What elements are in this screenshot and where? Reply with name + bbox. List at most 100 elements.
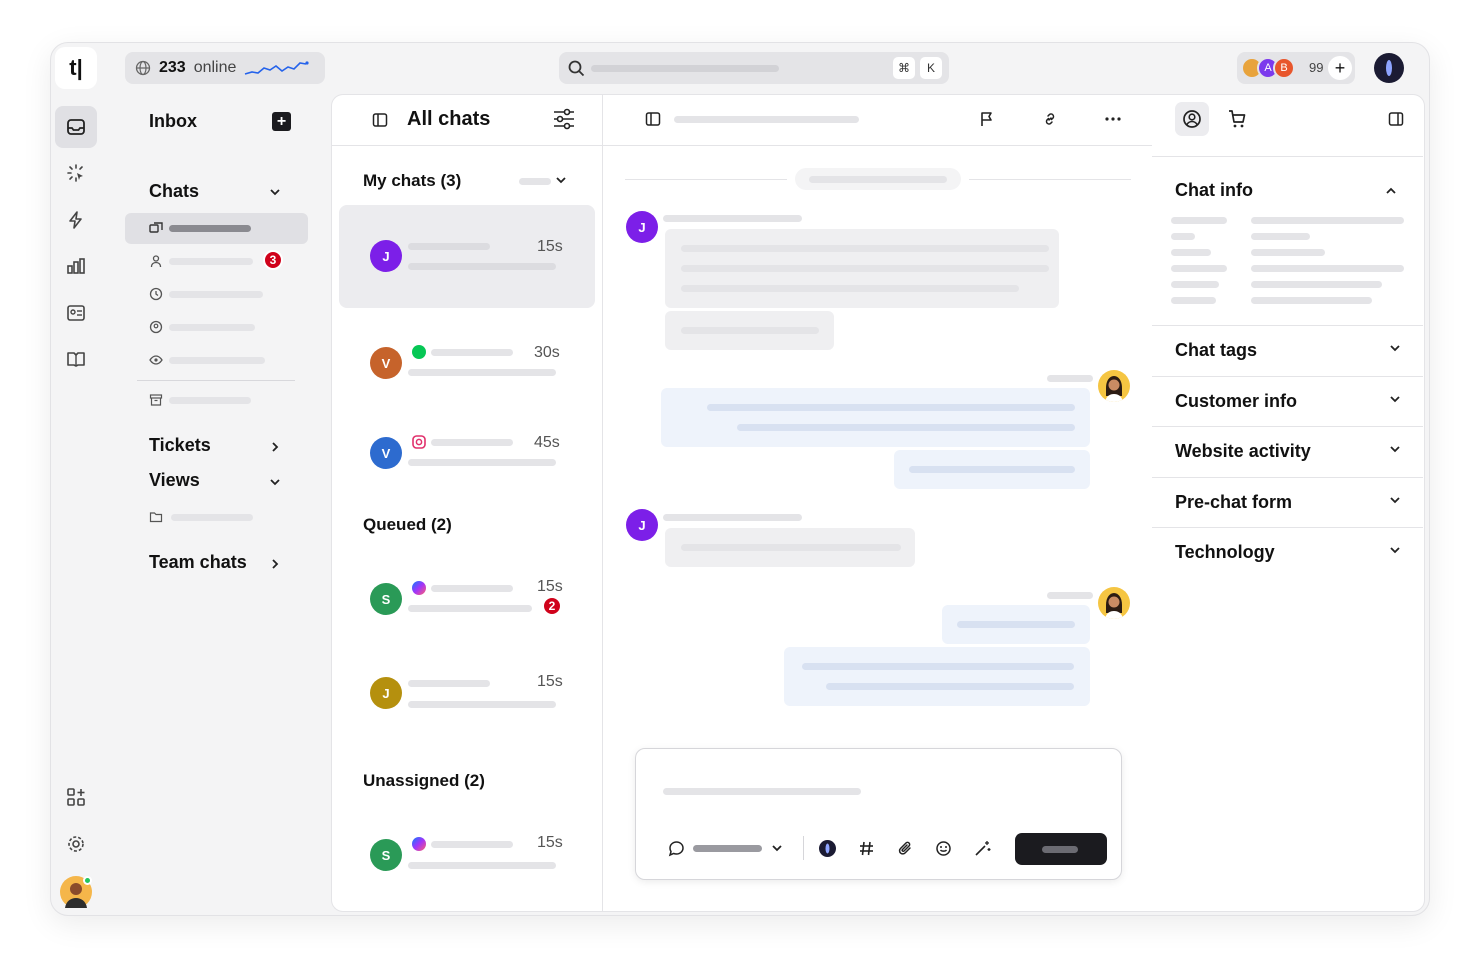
divider (803, 836, 804, 860)
chat-item[interactable]: S 15s (339, 815, 595, 895)
date-separator (795, 168, 961, 190)
chats-section[interactable]: Chats (149, 181, 199, 202)
accordion-pre-chat-form[interactable]: Pre-chat form (1152, 477, 1423, 528)
filter-icon[interactable] (552, 107, 576, 131)
nav-item-unassigned[interactable] (125, 312, 308, 343)
send-label (1042, 846, 1078, 853)
customer-name (431, 349, 513, 356)
accordion-customer-info[interactable]: Customer info (1152, 376, 1423, 427)
accordion-label: Technology (1175, 542, 1275, 562)
chevron-down-icon[interactable] (269, 478, 281, 486)
chat-item[interactable]: S 15s 2 (339, 555, 595, 635)
accordion-label: Chat tags (1175, 340, 1258, 360)
sidebar-toggle-icon[interactable] (645, 111, 661, 127)
settings-icon[interactable] (55, 823, 97, 865)
nav-item-view[interactable] (125, 502, 308, 533)
contacts-icon[interactable] (55, 292, 97, 334)
emoji-icon[interactable] (935, 840, 952, 857)
info-value (1251, 233, 1310, 240)
magic-wand-icon[interactable] (974, 840, 991, 857)
inbox-icon[interactable] (55, 106, 97, 148)
user-avatar[interactable] (60, 876, 92, 908)
chat-item[interactable]: V 45s (339, 405, 595, 485)
cart-icon[interactable] (1227, 109, 1247, 129)
nav-item-all-chats[interactable] (125, 213, 308, 244)
chat-info-title[interactable]: Chat info (1175, 180, 1253, 201)
customer-avatar: S (370, 839, 402, 871)
bolt-icon[interactable] (55, 199, 97, 241)
ai-assistant-icon[interactable] (819, 840, 836, 857)
more-icon[interactable] (1105, 117, 1121, 121)
chevron-up-icon[interactable] (1385, 187, 1397, 195)
views-section[interactable]: Views (149, 470, 200, 491)
details-panel: Chat info Chat tags Customer info Websit… (1152, 94, 1425, 912)
chevron-right-icon[interactable] (271, 441, 279, 453)
link-icon[interactable] (1042, 111, 1058, 127)
accordion-website-activity[interactable]: Website activity (1152, 426, 1423, 477)
chat-item-selected[interactable]: J 15s (339, 205, 595, 308)
message-text (681, 544, 901, 551)
sparkle-icon[interactable] (55, 152, 97, 194)
unread-badge: 2 (542, 596, 562, 616)
app-window: t| 233 online ⌘ K A B 99 + Inbox + Chats… (50, 42, 1430, 916)
accordion-technology[interactable]: Technology (1152, 527, 1423, 578)
date-label (809, 176, 947, 183)
tickets-section[interactable]: Tickets (149, 435, 211, 456)
app-logo[interactable]: t| (55, 47, 97, 89)
accordion-label: Website activity (1175, 441, 1311, 461)
folder-icon (149, 510, 163, 524)
new-item-button[interactable]: + (272, 112, 291, 131)
customer-avatar: S (370, 583, 402, 615)
sidebar-toggle-icon[interactable] (372, 112, 388, 128)
section-queued: Queued (2) (363, 515, 452, 534)
chevron-down-icon[interactable] (555, 176, 567, 184)
accordion-chat-tags[interactable]: Chat tags (1152, 325, 1423, 376)
divider (1152, 156, 1423, 157)
message-text (737, 424, 1075, 431)
kbd-cmd: ⌘ (893, 57, 915, 79)
flag-icon[interactable] (979, 111, 995, 127)
globe-icon (135, 60, 151, 76)
info-value (1251, 249, 1325, 256)
chevron-down-icon[interactable] (771, 844, 783, 852)
section-my-chats: My chats (3) (363, 171, 462, 190)
send-button[interactable] (1015, 833, 1107, 865)
nav-item-my-chats[interactable]: 3 (125, 246, 308, 277)
current-user-avatar[interactable] (1374, 53, 1404, 83)
info-key (1171, 233, 1195, 240)
message-text (681, 285, 1019, 292)
agents-count: 99 (1309, 60, 1324, 75)
chart-icon[interactable] (55, 245, 97, 287)
online-status[interactable]: 233 online (125, 52, 325, 84)
hashtag-icon[interactable] (858, 840, 875, 857)
message-composer[interactable] (635, 748, 1122, 880)
sender-name (663, 215, 802, 222)
line-icon (412, 345, 426, 359)
mode-label[interactable] (693, 845, 762, 852)
nav-item-archive[interactable] (125, 385, 308, 416)
tab-customer[interactable] (1175, 102, 1209, 136)
book-icon[interactable] (55, 338, 97, 380)
apps-icon[interactable] (55, 776, 97, 818)
accordion-label: Pre-chat form (1175, 492, 1293, 512)
team-chats-section[interactable]: Team chats (149, 552, 247, 573)
attachment-icon[interactable] (897, 840, 914, 857)
add-agent-button[interactable]: + (1328, 56, 1352, 80)
customer-name (431, 439, 513, 446)
message-preview (408, 369, 556, 376)
chat-bubble-icon[interactable] (668, 840, 685, 857)
chevron-right-icon[interactable] (271, 558, 279, 570)
nav-item-label (171, 514, 253, 521)
search-bar[interactable]: ⌘ K (559, 52, 949, 84)
nav-item-queued[interactable] (125, 279, 308, 310)
nav-item-supervised[interactable] (125, 345, 308, 376)
chat-item[interactable]: V 30s (339, 315, 595, 395)
panel-toggle-icon[interactable] (1388, 111, 1404, 127)
customer-avatar: J (626, 211, 658, 243)
message-text (826, 683, 1074, 690)
chat-item[interactable]: J 15s (339, 650, 595, 730)
nav-item-label (169, 324, 255, 331)
agents-online[interactable]: A B 99 + (1237, 52, 1355, 84)
sort-label[interactable] (519, 178, 551, 185)
chevron-down-icon[interactable] (269, 188, 281, 196)
